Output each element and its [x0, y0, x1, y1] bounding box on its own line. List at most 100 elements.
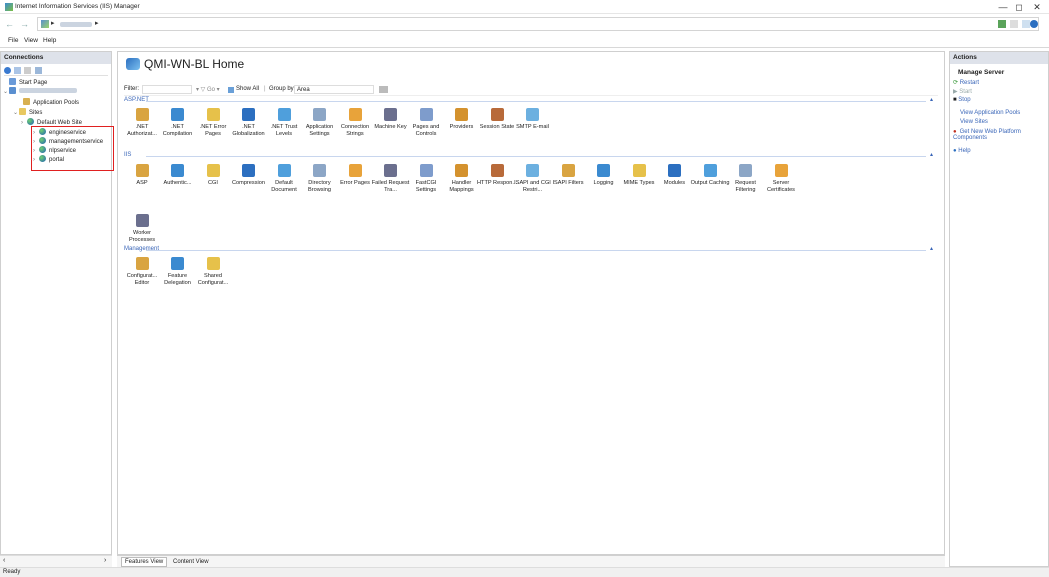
feature-tile[interactable]: Default Document	[264, 164, 304, 194]
feature-icon	[313, 108, 326, 121]
feature-tile[interactable]: HTTP Respon...	[477, 164, 517, 187]
feature-tile[interactable]: Logging	[584, 164, 624, 187]
close-button[interactable]: ✕	[1031, 1, 1043, 13]
go-button[interactable]: ▾ ▽ Go ▾	[196, 86, 220, 93]
collapse-icon[interactable]: ▴	[930, 245, 933, 252]
feature-tile[interactable]: Shared Configurat...	[193, 257, 233, 287]
feature-label: Connection Strings	[340, 124, 370, 137]
view-sites-link[interactable]: View Sites	[960, 119, 988, 125]
feature-tile[interactable]: Session State	[477, 108, 517, 131]
feature-tile[interactable]: Configurat... Editor	[122, 257, 162, 287]
feature-tile[interactable]: CGI	[193, 164, 233, 187]
up-icon[interactable]	[24, 67, 31, 74]
feature-label: Application Settings	[305, 124, 334, 137]
feature-tile[interactable]: Authentic...	[158, 164, 198, 187]
feature-tile[interactable]: .NET Authorizat...	[122, 108, 162, 138]
tree-app-pools[interactable]: Application Pools	[23, 98, 79, 106]
feature-tile[interactable]: Providers	[442, 108, 482, 131]
scroll-right-icon[interactable]: ›	[104, 557, 106, 564]
filter-input[interactable]	[142, 85, 192, 94]
help-icon: ●	[953, 148, 957, 154]
menu-view[interactable]: View	[24, 37, 38, 44]
menu-file[interactable]: File	[8, 37, 18, 44]
feature-icon	[206, 108, 220, 121]
forward-button[interactable]: →	[20, 19, 29, 29]
feature-tile[interactable]: Output Caching	[690, 164, 730, 187]
feature-tile[interactable]: Feature Delegation	[158, 257, 198, 287]
restart-action[interactable]: ⟳ Restart	[953, 79, 979, 86]
minimize-button[interactable]: —	[997, 1, 1009, 13]
get-web-platform-link[interactable]: ● Get New Web Platform Components	[953, 129, 1038, 141]
feature-tile[interactable]: Connection Strings	[335, 108, 375, 138]
feature-tile[interactable]: Application Settings	[300, 108, 340, 138]
feature-tile[interactable]: Directory Browsing	[300, 164, 340, 194]
server-name-redacted	[60, 22, 92, 27]
feature-icon	[135, 164, 149, 177]
connections-scrollbar[interactable]: ‹ ›	[0, 555, 112, 567]
feature-tile[interactable]: Modules	[655, 164, 695, 187]
help-action[interactable]: ● Help	[953, 148, 971, 154]
feature-tile[interactable]: Failed Request Tra...	[371, 164, 411, 194]
address-path[interactable]: ▸ ▸	[37, 17, 1039, 31]
feature-tile[interactable]: Machine Key	[371, 108, 411, 131]
disconnect-icon[interactable]	[35, 67, 42, 74]
feature-icon	[419, 108, 433, 121]
view-options-icon[interactable]	[379, 86, 388, 93]
menu-help[interactable]: Help	[43, 37, 56, 44]
feature-tile[interactable]: ISAPI Filters	[548, 164, 588, 187]
feature-tile[interactable]: FastCGI Settings	[406, 164, 446, 194]
group-by-select[interactable]: Area	[294, 85, 374, 94]
refresh-icon[interactable]	[1022, 20, 1030, 28]
save-icon[interactable]	[14, 67, 21, 74]
feature-tile[interactable]: .NET Error Pages	[193, 108, 233, 138]
feature-tile[interactable]: Handler Mappings	[442, 164, 482, 194]
feature-tile[interactable]: Worker Processes	[122, 214, 162, 244]
collapse-icon[interactable]: ▴	[930, 96, 933, 103]
feature-tile[interactable]: ISAPI and CGI Restri...	[513, 164, 553, 194]
filter-label: Filter:	[124, 86, 139, 92]
tree-server[interactable]: ⌄	[3, 87, 77, 95]
network-icon[interactable]	[998, 20, 1006, 28]
feature-tile[interactable]: Compression	[229, 164, 269, 187]
feature-tile[interactable]: Pages and Controls	[406, 108, 446, 138]
feature-tile[interactable]: .NET Globalization	[229, 108, 269, 138]
feature-tile[interactable]: .NET Trust Levels	[264, 108, 304, 138]
section-management[interactable]: Management ▴	[124, 246, 938, 252]
feature-tile[interactable]: Server Certificates	[761, 164, 801, 194]
tree-start-page[interactable]: Start Page	[9, 78, 47, 86]
feature-label: .NET Globalization	[232, 124, 265, 137]
connect-icon[interactable]	[4, 67, 11, 74]
stop-action[interactable]: ■ Stop	[953, 97, 971, 103]
tab-content-view[interactable]: Content View	[169, 557, 213, 567]
tab-features-view[interactable]: Features View	[121, 557, 168, 567]
feature-tile[interactable]: ASP	[122, 164, 162, 187]
maximize-button[interactable]: ◻	[1013, 1, 1025, 13]
feature-icon	[171, 257, 184, 270]
back-button[interactable]: ←	[5, 19, 14, 29]
tree-default-web-site[interactable]: › Default Web Site	[21, 118, 82, 126]
path-separator-icon: ▸	[95, 20, 99, 27]
feature-tile[interactable]: Error Pages	[335, 164, 375, 187]
feature-icon	[348, 108, 362, 121]
section-iis[interactable]: IIS ▴	[124, 152, 938, 158]
view-app-pools-link[interactable]: View Application Pools	[960, 110, 1020, 116]
feature-tile[interactable]: Request Filtering	[726, 164, 766, 194]
section-aspnet[interactable]: ASP.NET ▴	[124, 97, 938, 103]
feature-label: Output Caching	[690, 180, 730, 186]
show-all-button[interactable]: Show All	[236, 86, 259, 92]
scroll-left-icon[interactable]: ‹	[3, 557, 5, 564]
help-icon[interactable]	[1030, 20, 1038, 28]
feature-label: Handler Mappings	[449, 180, 474, 193]
collapse-icon[interactable]: ▴	[930, 151, 933, 158]
feature-icon	[561, 164, 575, 177]
feature-tile[interactable]: .NET Compilation	[158, 108, 198, 138]
feature-icon	[526, 164, 539, 177]
start-action[interactable]: ▶ Start	[953, 88, 972, 95]
feature-tile[interactable]: SMTP E-mail	[513, 108, 553, 131]
feature-tile[interactable]: MIME Types	[619, 164, 659, 187]
show-all-icon	[228, 87, 234, 93]
feature-icon	[384, 108, 397, 121]
tree-sites[interactable]: ⌄ Sites	[13, 108, 42, 116]
connect-icon[interactable]	[1010, 20, 1018, 28]
feature-icon	[277, 108, 291, 121]
